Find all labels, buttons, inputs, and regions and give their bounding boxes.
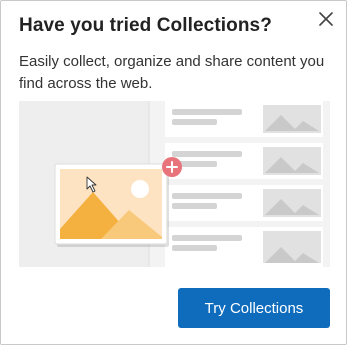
collections-illustration: [19, 101, 330, 267]
collection-item: [165, 185, 323, 221]
collection-item: [165, 143, 323, 179]
dragged-image-card: [54, 163, 169, 247]
collection-item: [165, 101, 323, 137]
dialog-description: Easily collect, organize and share conte…: [19, 53, 325, 92]
close-button[interactable]: [314, 7, 338, 31]
collection-item: [165, 227, 323, 267]
collections-promo-dialog: Have you tried Collections? Easily colle…: [0, 0, 347, 345]
add-badge-icon: [162, 157, 182, 177]
dialog-title: Have you tried Collections?: [19, 15, 272, 36]
close-icon: [319, 12, 333, 26]
try-collections-button[interactable]: Try Collections: [178, 288, 330, 328]
